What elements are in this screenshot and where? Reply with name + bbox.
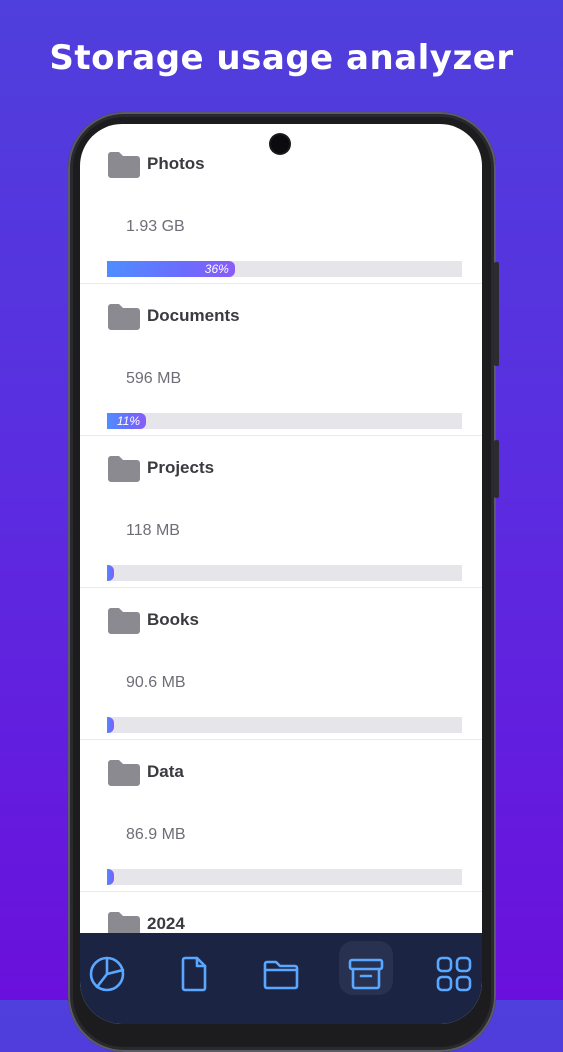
folder-name: 2024 — [147, 914, 185, 933]
grid-icon — [436, 956, 472, 992]
folder-name: Books — [147, 610, 199, 629]
usage-bar-fill — [107, 565, 115, 581]
archive-icon — [348, 958, 384, 990]
usage-bar-fill: 11% — [107, 413, 147, 429]
bottom-navigation — [80, 933, 482, 1024]
usage-bar — [107, 717, 462, 733]
folder-item-projects[interactable]: Projects 118 MB — [80, 436, 482, 588]
folder-item-books[interactable]: Books 90.6 MB — [80, 588, 482, 740]
usage-bar — [107, 565, 462, 581]
nav-charts[interactable] — [80, 941, 134, 995]
usage-bar-fill — [107, 869, 115, 885]
usage-bar: 11% — [107, 413, 462, 429]
power-button — [494, 440, 499, 498]
nav-apps[interactable] — [427, 941, 481, 995]
folder-list: Photos 1.93 GB 36% Documents 596 MB 11% — [80, 132, 482, 1024]
pie-chart-icon — [89, 956, 125, 992]
folder-item-photos[interactable]: Photos 1.93 GB 36% — [80, 132, 482, 284]
folder-icon — [108, 760, 140, 786]
nav-files[interactable] — [167, 941, 221, 995]
usage-bar — [107, 869, 462, 885]
folder-icon — [108, 456, 140, 482]
folder-icon — [108, 152, 140, 178]
usage-bar-fill — [107, 717, 115, 733]
promo-title: Storage usage analyzer — [49, 38, 514, 78]
nav-folders[interactable] — [254, 941, 308, 995]
folder-name: Documents — [147, 306, 240, 325]
folder-icon — [108, 608, 140, 634]
folder-name: Photos — [147, 154, 205, 173]
folder-name: Data — [147, 762, 184, 781]
folder-size: 90.6 MB — [126, 674, 186, 691]
folder-size: 86.9 MB — [126, 826, 186, 843]
folder-size: 118 MB — [126, 522, 180, 539]
front-camera — [271, 135, 289, 153]
folder-size: 1.93 GB — [126, 218, 185, 235]
usage-bar: 36% — [107, 261, 462, 277]
nav-archive[interactable] — [339, 941, 393, 995]
folder-item-documents[interactable]: Documents 596 MB 11% — [80, 284, 482, 436]
usage-bar-fill: 36% — [107, 261, 235, 277]
phone-screen: Photos 1.93 GB 36% Documents 596 MB 11% — [80, 124, 482, 1024]
usage-percent: 11% — [116, 414, 141, 428]
folder-item-data[interactable]: Data 86.9 MB — [80, 740, 482, 892]
folder-name: Projects — [147, 458, 215, 477]
volume-button — [494, 262, 499, 366]
folder-size: 596 MB — [126, 370, 182, 387]
file-icon — [181, 956, 207, 992]
folder-icon — [108, 304, 140, 330]
folder-icon — [263, 960, 299, 990]
usage-percent: 36% — [204, 262, 229, 276]
